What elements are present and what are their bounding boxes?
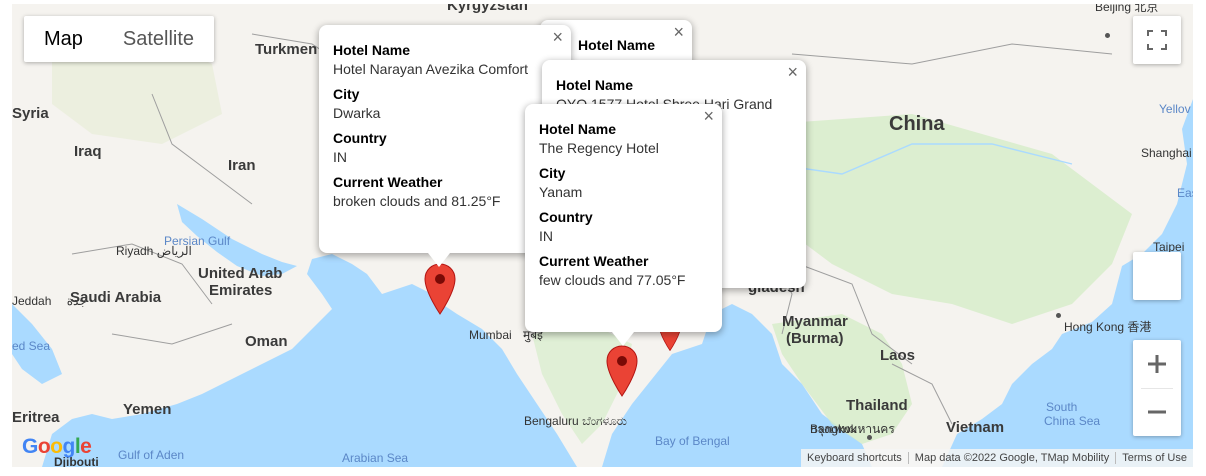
label-hong-kong-latin: Hong Kong: [1064, 320, 1125, 334]
label-bengaluru: Bengaluru ಬೆಂಗಳೂರು: [524, 414, 627, 429]
info-value-weather: broken clouds and 81.25°F: [333, 193, 501, 209]
label-shanghai: Shanghai 上海: [1141, 146, 1193, 161]
marker-dwarka[interactable]: [423, 262, 457, 316]
info-key-country: Country: [333, 130, 387, 146]
label-beijing: Beijing 北京: [1095, 4, 1158, 15]
info-key-weather: Current Weather: [333, 174, 443, 190]
info-key-city: City: [333, 86, 360, 102]
info-window: Hotel Name The Regency Hotel City Yanam …: [525, 104, 722, 332]
label-riyadh: Riyadh الرياض: [116, 244, 192, 259]
label-gulf-of-aden: Gulf of Aden: [118, 448, 185, 462]
label-uae-line2: Emirates: [209, 282, 273, 300]
label-bay-of-bengal: Bay of Bengal: [655, 434, 730, 448]
label-turkmenistan: Turkmen: [255, 41, 318, 58]
label-syria: Syria: [12, 105, 49, 122]
map-type-control: Map Satellite: [24, 16, 215, 62]
info-key-hotel-name: Hotel Name: [333, 42, 411, 58]
label-thailand: Thailand: [846, 397, 908, 414]
terms-of-use-link[interactable]: Terms of Use: [1116, 452, 1193, 464]
info-value-hotel-name: The Regency Hotel: [539, 140, 659, 156]
info-window-tail: [612, 332, 634, 346]
label-shanghai-latin: Shanghai: [1141, 146, 1192, 160]
info-value-city: Dwarka: [333, 105, 381, 121]
label-mumbai-latin: Mumbai: [469, 328, 512, 342]
close-icon[interactable]: ×: [673, 22, 684, 43]
label-hong-kong: Hong Kong 香港: [1064, 320, 1152, 335]
info-key-country: Country: [539, 209, 593, 225]
map-data-attribution: Map data ©2022 Google, TMap Mobility: [914, 452, 1110, 464]
map-type-satellite-button[interactable]: Satellite: [103, 16, 214, 62]
map-type-map-button[interactable]: Map: [24, 16, 103, 62]
label-bangkok-native: กรุงเทพมหานคร: [810, 422, 895, 436]
city-dot-hong-kong: [1056, 313, 1061, 318]
label-riyadh-latin: Riyadh: [116, 244, 154, 258]
google-logo-mark: Google: [22, 435, 92, 458]
label-china: China: [889, 113, 945, 135]
label-saudi-arabia: Saudi Arabia: [70, 289, 162, 306]
info-value-weather: few clouds and 77.05°F: [539, 272, 686, 288]
info-value-city: Yanam: [539, 184, 583, 200]
label-yellow-sea: Yellov: [1159, 102, 1191, 116]
label-south-china-sea: South China Sea: [1044, 400, 1101, 429]
info-value-hotel-name: Hotel Narayan Avezika Comfort: [333, 61, 529, 77]
info-key-hotel-name: Hotel Name: [556, 77, 634, 93]
zoom-out-button[interactable]: [1133, 388, 1181, 436]
label-eritrea: Eritrea: [12, 409, 60, 426]
label-red-sea: ed Sea: [12, 339, 51, 353]
label-kyrgyzstan: Kyrgyzstan: [447, 4, 528, 14]
street-view-pegman-button[interactable]: [1133, 252, 1181, 300]
label-myanmar-line1: Myanmar: [782, 313, 848, 330]
close-icon[interactable]: ×: [703, 106, 714, 127]
label-yemen: Yemen: [123, 401, 172, 418]
label-bengaluru-native: ಬೆಂಗಳೂರು: [582, 414, 627, 428]
close-icon[interactable]: ×: [552, 27, 563, 48]
label-vietnam: Vietnam: [946, 419, 1005, 436]
info-window-tail: [428, 253, 450, 267]
info-key-hotel-name: Hotel Name: [578, 37, 656, 53]
fullscreen-button[interactable]: [1133, 16, 1181, 64]
label-south-china-sea-line2: China Sea: [1044, 413, 1101, 428]
city-dot-bangkok: [867, 435, 872, 440]
info-key-weather: Current Weather: [539, 253, 649, 269]
plus-icon: [1148, 355, 1166, 373]
label-riyadh-native: الرياض: [156, 244, 192, 258]
label-south-china-sea-line1: South: [1046, 400, 1078, 414]
zoom-separator: [1141, 388, 1173, 389]
label-hong-kong-native: 香港: [1127, 320, 1152, 334]
keyboard-shortcuts-link[interactable]: Keyboard shortcuts: [801, 452, 908, 464]
city-dot-beijing: [1105, 33, 1110, 38]
close-icon[interactable]: ×: [787, 62, 798, 83]
zoom-control: [1133, 340, 1181, 436]
svg-text:Google: Google: [22, 435, 91, 458]
label-bangkok: Bangkok กรุงเทพมหานคร: [810, 422, 895, 437]
label-iran: Iran: [228, 157, 256, 174]
label-beijing-native: 北京: [1134, 4, 1159, 14]
fullscreen-icon: [1147, 30, 1167, 50]
label-myanmar: Myanmar (Burma): [782, 313, 848, 348]
label-beijing-latin: Beijing: [1095, 4, 1132, 14]
label-oman: Oman: [245, 333, 288, 350]
label-uae-line1: United Arab: [198, 265, 283, 282]
label-iraq: Iraq: [74, 143, 102, 160]
label-jeddah-latin: Jeddah: [12, 294, 52, 308]
info-key-city: City: [539, 165, 566, 181]
zoom-in-button[interactable]: [1133, 340, 1181, 388]
label-myanmar-line2: (Burma): [786, 330, 844, 348]
marker-yanam[interactable]: [605, 344, 639, 398]
google-logo[interactable]: Google: [22, 434, 92, 464]
label-east-china-sea: Eas: [1177, 186, 1193, 200]
label-uae: United Arab Emirates: [198, 265, 282, 300]
label-bengaluru-latin: Bengaluru: [524, 414, 579, 428]
label-arabian-sea: Arabian Sea: [342, 451, 409, 465]
label-laos: Laos: [880, 347, 916, 364]
info-value-country: IN: [539, 228, 553, 244]
info-value-country: IN: [333, 149, 347, 165]
minus-icon: [1148, 410, 1166, 414]
info-key-hotel-name: Hotel Name: [539, 121, 617, 137]
map-footer: Keyboard shortcuts Map data ©2022 Google…: [801, 449, 1193, 467]
